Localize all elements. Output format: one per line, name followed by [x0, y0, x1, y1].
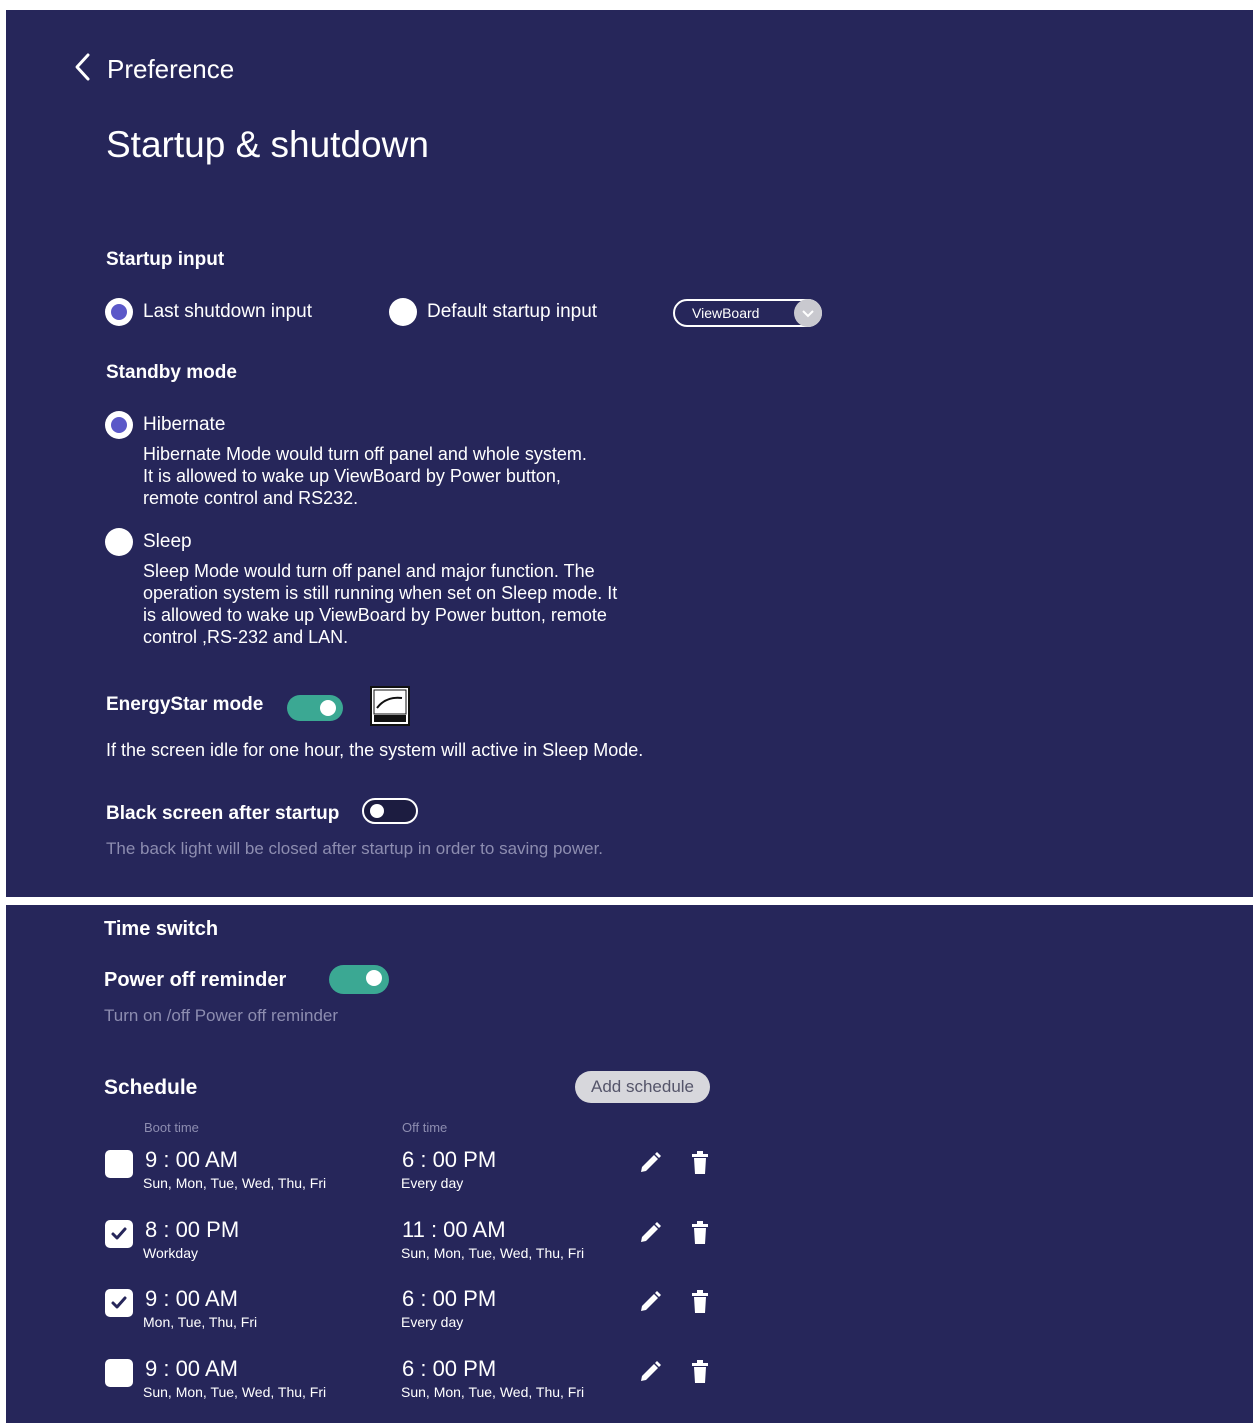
off-days: Every day	[401, 1175, 464, 1191]
power-off-reminder-toggle[interactable]	[329, 965, 389, 994]
energy-star-logo-icon	[370, 686, 410, 726]
pencil-icon[interactable]	[638, 1360, 662, 1389]
boot-time: 9 : 00 AM	[145, 1286, 238, 1311]
startup-source-select[interactable]: ViewBoard	[673, 299, 822, 327]
boot-time: 8 : 00 PM	[145, 1216, 240, 1242]
hibernate-description: Hibernate Mode would turn off panel and …	[143, 444, 587, 508]
radio-label-sleep: Sleep	[143, 531, 192, 552]
radio-last-shutdown-input[interactable]	[105, 298, 133, 326]
black-screen-description: The back light will be closed after star…	[106, 839, 604, 858]
trash-icon[interactable]	[690, 1151, 710, 1180]
boot-time: 9 : 00 AM	[145, 1147, 238, 1172]
black-screen-label: Black screen after startup	[106, 803, 340, 824]
trash-icon[interactable]	[690, 1359, 710, 1389]
boot-time-column-header: Boot time	[144, 1120, 199, 1135]
check-icon	[111, 1296, 127, 1309]
back-link[interactable]: Preference	[107, 54, 234, 85]
radio-label-hibernate: Hibernate	[143, 414, 226, 435]
add-schedule-button[interactable]: Add schedule	[575, 1071, 710, 1103]
settings-panel-bottom: Time switch Power off reminder Turn on /…	[6, 905, 1253, 1423]
off-time-column-header: Off time	[402, 1120, 448, 1135]
power-off-reminder-description: Turn on /off Power off reminder	[104, 1006, 339, 1025]
boot-days: Sun, Mon, Tue, Wed, Thu, Fri	[143, 1383, 327, 1400]
off-days: Sun, Mon, Tue, Wed, Thu, Fri	[401, 1244, 585, 1261]
pencil-icon[interactable]	[638, 1221, 662, 1250]
schedule-row-checkbox[interactable]	[105, 1219, 133, 1248]
radio-sleep[interactable]	[105, 528, 133, 556]
off-time: 11 : 00 AM	[402, 1216, 506, 1242]
pencil-icon[interactable]	[638, 1290, 662, 1319]
energystar-label: EnergyStar mode	[106, 694, 264, 715]
time-switch-heading: Time switch	[104, 918, 219, 940]
check-icon	[111, 1227, 127, 1239]
schedule-row-checkbox[interactable]	[105, 1289, 133, 1317]
off-time: 6 : 00 PM	[402, 1147, 497, 1172]
trash-icon[interactable]	[690, 1220, 710, 1250]
schedule-heading: Schedule	[104, 1076, 198, 1099]
boot-days: Mon, Tue, Thu, Fri	[143, 1314, 258, 1330]
trash-icon[interactable]	[690, 1290, 710, 1319]
pencil-icon[interactable]	[638, 1151, 662, 1180]
boot-days: Workday	[143, 1244, 198, 1261]
startup-input-heading: Startup input	[106, 249, 225, 270]
boot-days: Sun, Mon, Tue, Wed, Thu, Fri	[143, 1175, 327, 1191]
radio-default-startup-input[interactable]	[389, 298, 417, 326]
energystar-toggle[interactable]	[287, 695, 343, 721]
radio-label-last-shutdown-input: Last shutdown input	[143, 301, 313, 322]
off-time: 6 : 00 PM	[402, 1286, 497, 1311]
off-days: Every day	[401, 1314, 464, 1330]
startup-source-value: ViewBoard	[692, 305, 760, 321]
schedule-row-checkbox[interactable]	[105, 1358, 133, 1387]
chevron-down-icon	[794, 299, 822, 327]
radio-hibernate[interactable]	[105, 411, 133, 439]
off-days: Sun, Mon, Tue, Wed, Thu, Fri	[401, 1383, 585, 1400]
standby-mode-heading: Standby mode	[106, 362, 237, 383]
sleep-description: Sleep Mode would turn off panel and majo…	[143, 561, 618, 647]
settings-panel-top: Preference Startup & shutdown Startup in…	[6, 10, 1253, 897]
schedule-row-checkbox[interactable]	[105, 1150, 133, 1178]
boot-time: 9 : 00 AM	[145, 1355, 238, 1381]
off-time: 6 : 00 PM	[402, 1355, 497, 1381]
page-title: Startup & shutdown	[106, 124, 429, 165]
back-chevron-icon[interactable]	[72, 50, 94, 84]
black-screen-toggle[interactable]	[362, 798, 418, 824]
energystar-description: If the screen idle for one hour, the sys…	[106, 740, 644, 760]
radio-label-default-startup-input: Default startup input	[427, 301, 598, 322]
power-off-reminder-label: Power off reminder	[104, 969, 287, 991]
